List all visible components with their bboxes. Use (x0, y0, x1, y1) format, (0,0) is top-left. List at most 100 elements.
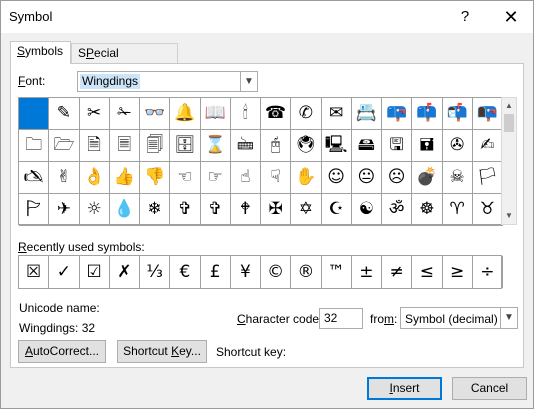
symbol-cell[interactable]: 🖎 (19, 162, 50, 194)
symbol-cell[interactable]: 👓 (140, 98, 171, 130)
tab-special-characters[interactable]: SPecial Characters (71, 43, 178, 79)
symbol-cell[interactable]: 👌 (79, 162, 110, 194)
symbol-cell[interactable]: ⌛ (200, 130, 231, 162)
symbol-cell[interactable]: ☠ (442, 162, 473, 194)
cancel-button[interactable]: Cancel (452, 377, 527, 400)
symbol-cell[interactable]: 🗎 (79, 130, 110, 162)
symbol-cell[interactable]: 📬 (442, 98, 473, 130)
symbol-cell[interactable]: 👍 (109, 162, 140, 194)
symbol-cell[interactable]: 💧 (109, 194, 140, 226)
symbol-cell[interactable]: ✂ (79, 98, 110, 130)
recent-symbol-cell[interactable]: ® (291, 256, 322, 288)
help-button[interactable]: ? (453, 5, 477, 29)
tab-symbols[interactable]: Symbols (10, 41, 71, 64)
symbol-cell[interactable]: ☎ (261, 98, 292, 130)
autocorrect-button[interactable]: AutoCorrect... (18, 340, 106, 363)
symbol-cell[interactable]: ✡ (291, 194, 322, 226)
symbol-cell[interactable]: 🖮 (230, 130, 261, 162)
symbol-cell[interactable]: 🔔 (170, 98, 201, 130)
symbol-cell[interactable]: 🖰 (261, 130, 292, 162)
symbol-cell[interactable]: 🗐 (140, 130, 171, 162)
symbol-cell[interactable]: ☝ (230, 162, 261, 194)
recent-symbol-cell[interactable]: ⅓ (140, 256, 171, 288)
symbol-cell[interactable]: ☟ (261, 162, 292, 194)
symbol-cell[interactable]: 🖳 (321, 130, 352, 162)
symbol-cell[interactable]: 🖫 (382, 130, 413, 162)
from-dropdown[interactable]: Symbol (decimal) ▼ (400, 307, 518, 329)
chevron-down-icon[interactable]: ▼ (500, 308, 517, 328)
symbol-cell[interactable]: 📇 (351, 98, 382, 130)
symbol-cell[interactable]: ॐ (382, 194, 413, 226)
symbol-cell[interactable]: 🕈 (230, 194, 261, 226)
recent-symbol-cell[interactable]: ☒ (19, 256, 50, 288)
recent-symbol-cell[interactable]: ≥ (443, 256, 473, 288)
font-dropdown[interactable]: Wingdings ▼ (77, 71, 258, 92)
symbol-cell[interactable]: 😐 (351, 162, 382, 194)
symbol-cell[interactable]: ✞ (200, 194, 231, 226)
symbol-cell[interactable]: 📭 (472, 98, 503, 130)
font-value[interactable]: Wingdings (80, 74, 141, 89)
symbol-cell[interactable]: 🗏 (109, 130, 140, 162)
recent-symbol-cell[interactable]: ☑ (80, 256, 110, 288)
symbol-cell[interactable]: ☼ (79, 194, 110, 226)
from-label: from: (370, 312, 398, 326)
symbol-cell[interactable]: 🕯 (230, 98, 261, 130)
character-code-label: Character code: (237, 312, 323, 326)
symbol-cell[interactable]: ✇ (442, 130, 473, 162)
shortcut-key-button[interactable]: Shortcut Key... (117, 340, 207, 363)
symbol-cell[interactable]: 🏳 (472, 162, 503, 194)
symbol-cell[interactable]: ✎ (49, 98, 80, 130)
symbol-cell[interactable]: ♉ (472, 194, 503, 226)
symbol-cell[interactable]: ✍ (472, 130, 503, 162)
recent-symbol-cell[interactable]: ± (352, 256, 382, 288)
recent-symbol-cell[interactable]: ✓ (49, 256, 80, 288)
symbol-cell[interactable]: ✆ (291, 98, 322, 130)
symbol-cell[interactable]: 💣 (412, 162, 443, 194)
recent-symbol-cell[interactable]: ≤ (412, 256, 443, 288)
symbol-cell[interactable]: 🖬 (412, 130, 443, 162)
symbol-cell[interactable]: ☪ (321, 194, 352, 226)
recent-symbol-cell[interactable]: € (170, 256, 201, 288)
symbol-cell[interactable]: ✁ (109, 98, 140, 130)
recent-symbol-cell[interactable]: £ (201, 256, 231, 288)
symbol-cell[interactable]: 🗁 (49, 130, 80, 162)
symbol-cell[interactable]: ☞ (200, 162, 231, 194)
scroll-thumb[interactable] (504, 114, 514, 132)
symbol-grid-scrollbar[interactable]: ▲ ▼ (501, 97, 517, 225)
scroll-down-icon[interactable]: ▼ (502, 208, 516, 224)
symbol-cell[interactable]: ☺ (321, 162, 352, 194)
symbol-cell[interactable]: ✠ (261, 194, 292, 226)
symbol-cell[interactable]: 🖲 (291, 130, 322, 162)
symbol-cell[interactable]: ✋ (291, 162, 322, 194)
symbol-cell[interactable]: ☸ (412, 194, 443, 226)
symbol-cell[interactable]: ✌ (49, 162, 80, 194)
symbol-cell[interactable]: 🏱 (19, 194, 50, 226)
symbol-cell[interactable]: ♈ (442, 194, 473, 226)
symbol-cell[interactable]: ☯ (351, 194, 382, 226)
symbol-cell[interactable]: 🗄 (170, 130, 201, 162)
chevron-down-icon[interactable]: ▼ (240, 72, 257, 91)
symbol-cell[interactable]: ❄ (140, 194, 171, 226)
character-code-input[interactable]: 32 (319, 308, 363, 329)
recent-symbol-cell[interactable]: ™ (322, 256, 352, 288)
symbol-cell[interactable]: 👎 (140, 162, 171, 194)
symbol-cell[interactable]: ✞ (170, 194, 201, 226)
symbol-cell[interactable]: 📪 (382, 98, 413, 130)
recent-symbol-cell[interactable]: ¥ (231, 256, 261, 288)
symbol-cell[interactable]: 📖 (200, 98, 231, 130)
close-button[interactable]: ✕ (497, 5, 525, 29)
symbol-cell[interactable]: ✈ (49, 194, 80, 226)
scroll-up-icon[interactable]: ▲ (502, 98, 516, 114)
symbol-cell[interactable]: ☜ (170, 162, 201, 194)
symbol-cell[interactable]: 📫 (412, 98, 443, 130)
recent-symbol-cell[interactable]: ÷ (473, 256, 503, 288)
symbol-cell[interactable]: ✉ (321, 98, 352, 130)
symbol-cell[interactable] (19, 98, 50, 130)
recent-symbol-cell[interactable]: ≠ (382, 256, 413, 288)
symbol-cell[interactable]: ☹ (382, 162, 413, 194)
recent-symbol-cell[interactable]: ✗ (110, 256, 140, 288)
symbol-cell[interactable]: 🗀 (19, 130, 50, 162)
insert-button[interactable]: Insert (367, 377, 442, 400)
symbol-cell[interactable]: 🖴 (351, 130, 382, 162)
recent-symbol-cell[interactable]: © (261, 256, 292, 288)
